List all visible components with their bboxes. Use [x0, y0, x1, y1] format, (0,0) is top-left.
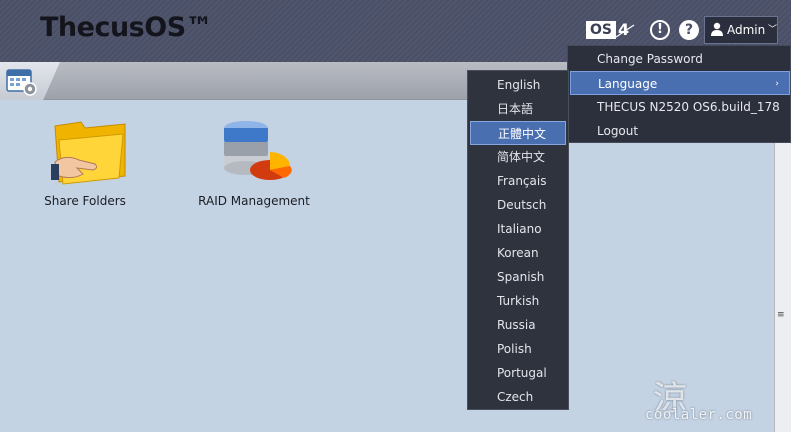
language-option-turkish[interactable]: Turkish [468, 289, 568, 313]
calendar-settings-icon[interactable] [6, 67, 38, 97]
watermark-text: coolaler.com [645, 407, 753, 423]
menu-item-label: THECUS N2520 OS6.build_178 [597, 100, 780, 114]
os-badge-version: 4 [614, 21, 636, 39]
language-option-japanese[interactable]: 日本語 [468, 97, 568, 121]
language-option-english[interactable]: English [468, 73, 568, 97]
help-glyph: ? [684, 22, 694, 38]
language-option-russian[interactable]: Russia [468, 313, 568, 337]
alert-glyph: ! [657, 22, 663, 37]
admin-label: Admin [727, 23, 766, 37]
chevron-right-icon: › [775, 79, 779, 89]
watermark: 涼 coolaler.com [625, 375, 791, 432]
admin-menu-button[interactable]: Admin ﹀ [704, 16, 778, 44]
share-folders-icon [51, 121, 126, 185]
menu-item-label: Logout [597, 124, 639, 138]
raid-management-icon [224, 121, 292, 180]
menu-item-change-password[interactable]: Change Password [568, 47, 790, 71]
language-option-french[interactable]: Français [468, 169, 568, 193]
menu-item-language[interactable]: Language › [570, 71, 790, 95]
language-submenu: English 日本語 正體中文 简体中文 Français Deutsch I… [467, 70, 569, 410]
menu-item-device-info[interactable]: THECUS N2520 OS6.build_178 [568, 95, 790, 119]
language-option-polish[interactable]: Polish [468, 337, 568, 361]
exclamation-circle-icon[interactable]: ! [650, 20, 670, 40]
os-badge-label: OS [586, 21, 616, 39]
menu-item-label: Language [598, 77, 658, 91]
app-share-folders[interactable]: Share Folders [30, 118, 140, 208]
language-option-traditional-chinese[interactable]: 正體中文 [470, 121, 566, 145]
language-option-korean[interactable]: Korean [468, 241, 568, 265]
language-option-german[interactable]: Deutsch [468, 193, 568, 217]
language-option-spanish[interactable]: Spanish [468, 265, 568, 289]
thecus-logo: ThecusOS™ [40, 12, 213, 43]
admin-dropdown-menu: Change Password Language › THECUS N2520 … [567, 45, 791, 143]
os-badge-version-number: 4 [618, 20, 630, 39]
app-label: RAID Management [198, 194, 310, 208]
app-raid-management[interactable]: RAID Management [198, 118, 310, 208]
user-icon [711, 22, 723, 36]
menu-item-logout[interactable]: Logout [568, 119, 790, 143]
language-option-italian[interactable]: Italiano [468, 217, 568, 241]
menu-item-label: Change Password [597, 52, 703, 66]
language-option-czech[interactable]: Czech [468, 385, 568, 409]
question-circle-icon[interactable]: ? [679, 20, 699, 40]
os-version-badge: OS 4 [586, 21, 636, 39]
language-option-simplified-chinese[interactable]: 简体中文 [468, 145, 568, 169]
chevron-down-icon: ﹀ [768, 25, 778, 35]
language-option-portuguese[interactable]: Portugal [468, 361, 568, 385]
app-label: Share Folders [44, 194, 126, 208]
scrollbar-grip-icon[interactable]: ≡ [777, 310, 785, 320]
